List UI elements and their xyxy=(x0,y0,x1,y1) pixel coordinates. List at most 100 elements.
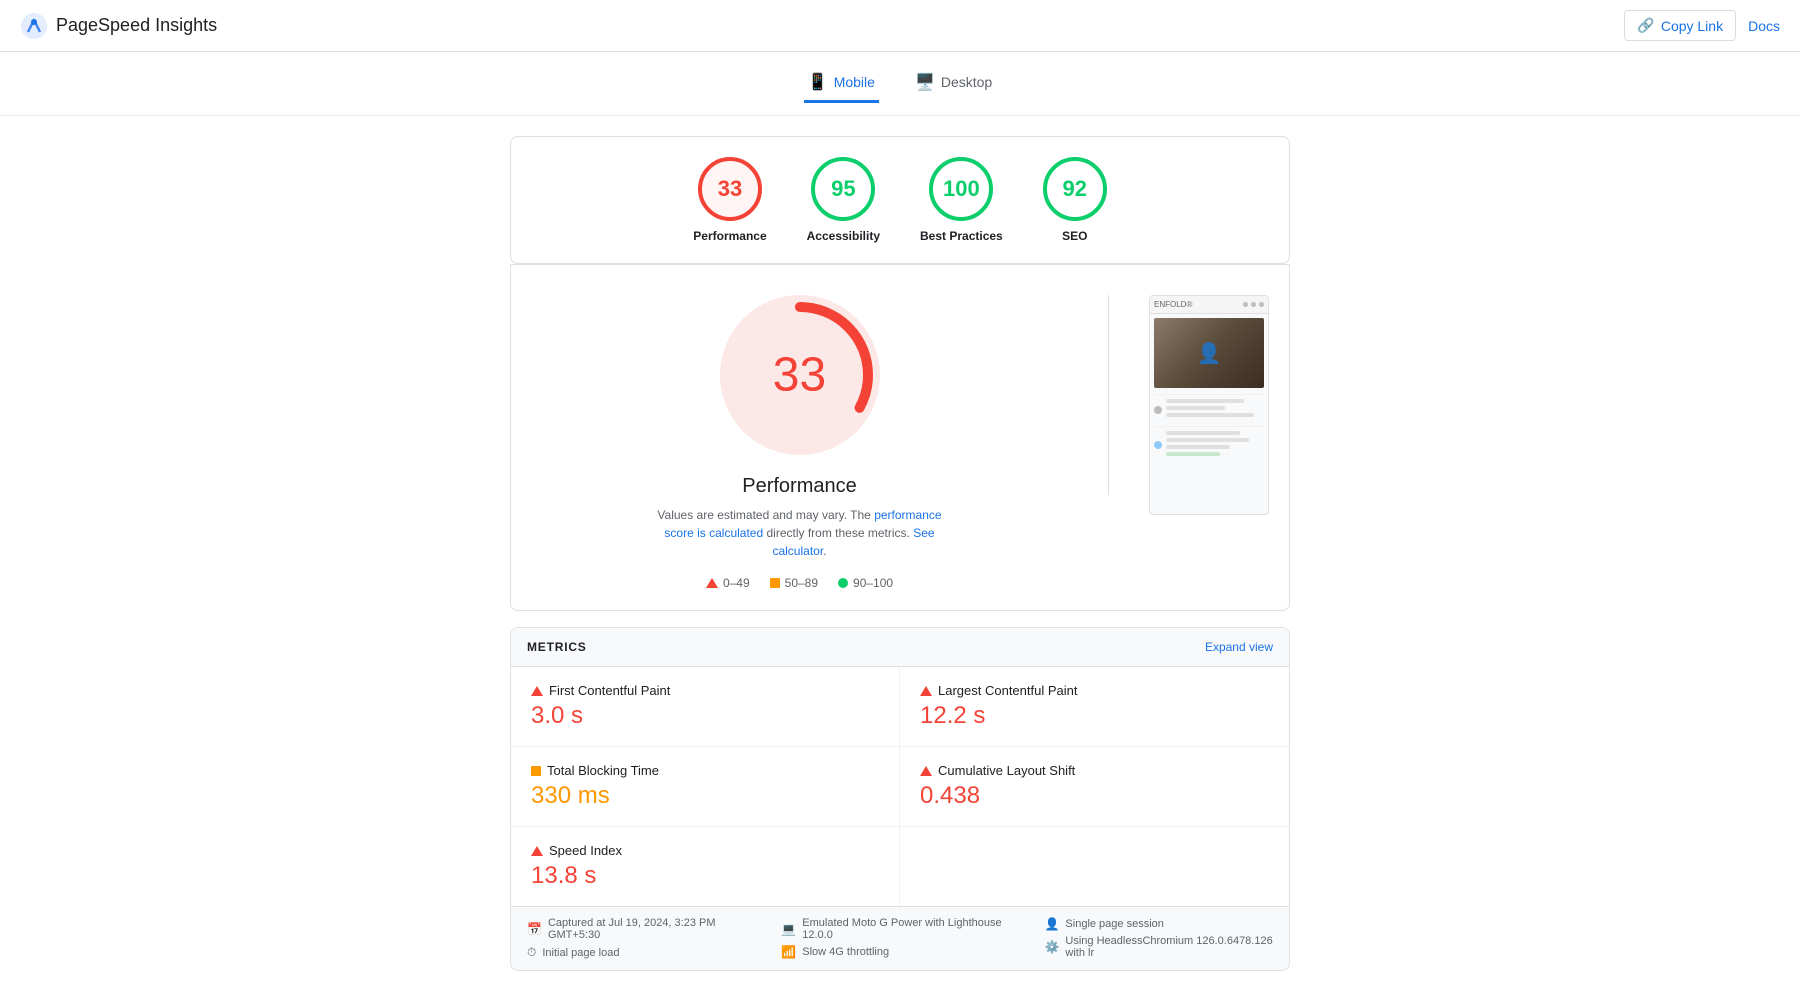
lcp-indicator-icon xyxy=(920,686,932,696)
user-icon: 👤 xyxy=(1044,917,1059,931)
metric-empty xyxy=(900,827,1289,906)
performance-description: Values are estimated and may vary. The p… xyxy=(650,506,950,560)
score-cards: 33 Performance 95 Accessibility 100 Best… xyxy=(510,136,1290,264)
ss-icon-row-1 xyxy=(1154,399,1264,420)
expand-view-link[interactable]: Expand view xyxy=(1205,640,1273,654)
score-card-performance[interactable]: 33 Performance xyxy=(693,157,766,243)
tab-mobile[interactable]: 📱 Mobile xyxy=(804,64,879,103)
perf-desc-middle: directly from these metrics. xyxy=(766,526,909,540)
screenshot-panel: ENFOLD® 👤 xyxy=(1149,295,1269,515)
ss-dot1 xyxy=(1243,302,1248,307)
screenshot-site-name: ENFOLD® xyxy=(1154,300,1240,309)
mobile-tab-label: Mobile xyxy=(834,74,875,90)
legend-average: 50–89 xyxy=(770,576,818,590)
ss-section-2 xyxy=(1154,426,1264,459)
accessibility-label: Accessibility xyxy=(807,229,880,243)
tab-desktop[interactable]: 🖥️ Desktop xyxy=(911,64,996,103)
performance-score: 33 xyxy=(718,176,742,202)
ss-text-6 xyxy=(1166,445,1230,449)
cls-value: 0.438 xyxy=(920,782,1269,810)
tbt-indicator-icon xyxy=(531,766,541,776)
tabs-container: 📱 Mobile 🖥️ Desktop xyxy=(0,52,1800,116)
metric-lcp: Largest Contentful Paint 12.2 s xyxy=(900,667,1289,747)
lcp-header: Largest Contentful Paint xyxy=(920,683,1269,698)
device-icon: 💻 xyxy=(781,922,796,936)
performance-title: Performance xyxy=(742,475,857,498)
screenshot-mock: ENFOLD® 👤 xyxy=(1149,295,1269,515)
docs-link[interactable]: Docs xyxy=(1748,18,1780,34)
link-icon: 🔗 xyxy=(1637,17,1654,34)
legend-pass: 90–100 xyxy=(838,576,893,590)
cls-indicator-icon xyxy=(920,766,932,776)
cls-name: Cumulative Layout Shift xyxy=(938,763,1075,778)
best-practices-circle: 100 xyxy=(929,157,993,221)
performance-main: 33 Performance Values are estimated and … xyxy=(531,295,1269,590)
tbt-value: 330 ms xyxy=(531,782,879,810)
best-practices-label: Best Practices xyxy=(920,229,1003,243)
fcp-indicator-icon xyxy=(531,686,543,696)
ss-bullet-2 xyxy=(1154,441,1162,449)
ss-text-2 xyxy=(1166,406,1225,410)
desktop-tab-icon: 🖥️ xyxy=(915,72,935,92)
metric-si: Speed Index 13.8 s xyxy=(511,827,900,906)
fcp-name: First Contentful Paint xyxy=(549,683,670,698)
tbt-header: Total Blocking Time xyxy=(531,763,879,778)
metric-cls: Cumulative Layout Shift 0.438 xyxy=(900,747,1289,827)
ss-cta xyxy=(1166,452,1220,456)
screenshot-browser-bar: ENFOLD® xyxy=(1150,296,1268,314)
footer-captured-at: 📅 Captured at Jul 19, 2024, 3:23 PM GMT+… xyxy=(527,917,741,941)
metrics-header: METRICS Expand view xyxy=(511,628,1289,667)
mobile-tab-icon: 📱 xyxy=(808,72,828,92)
ss-dot2 xyxy=(1251,302,1256,307)
score-card-seo[interactable]: 92 SEO xyxy=(1043,157,1107,243)
footer-chromium-text: Using HeadlessChromium 126.0.6478.126 wi… xyxy=(1065,935,1273,959)
ss-text-5 xyxy=(1166,438,1249,442)
metrics-section: METRICS Expand view First Contentful Pai… xyxy=(510,627,1290,971)
screenshot-body: 👤 xyxy=(1150,314,1268,466)
accessibility-circle: 95 xyxy=(811,157,875,221)
desktop-tab-label: Desktop xyxy=(941,74,992,90)
ss-text-3 xyxy=(1166,413,1254,417)
tbt-name: Total Blocking Time xyxy=(547,763,659,778)
ss-bullet-1 xyxy=(1154,406,1162,414)
page-header: PageSpeed Insights 🔗 Copy Link Docs xyxy=(0,0,1800,52)
main-content: 33 Performance 95 Accessibility 100 Best… xyxy=(490,116,1310,991)
seo-label: SEO xyxy=(1062,229,1087,243)
signal-icon: 📶 xyxy=(781,945,796,959)
footer-throttling-text: Slow 4G throttling xyxy=(802,946,889,958)
legend-fail: 0–49 xyxy=(706,576,750,590)
footer-info-bar: 📅 Captured at Jul 19, 2024, 3:23 PM GMT+… xyxy=(511,906,1289,970)
seo-score: 92 xyxy=(1062,176,1086,202)
si-value: 13.8 s xyxy=(531,862,879,890)
ss-text-1 xyxy=(1166,399,1244,403)
si-indicator-icon xyxy=(531,846,543,856)
score-card-best-practices[interactable]: 100 Best Practices xyxy=(920,157,1003,243)
pass-circle-icon xyxy=(838,578,848,588)
fcp-header: First Contentful Paint xyxy=(531,683,879,698)
settings-icon: ⚙️ xyxy=(1044,940,1059,954)
footer-page-load: ⏱ Initial page load xyxy=(527,945,741,960)
screenshot-hero-image: 👤 xyxy=(1154,318,1264,388)
calendar-icon: 📅 xyxy=(527,922,542,936)
footer-col-1: 📅 Captured at Jul 19, 2024, 3:23 PM GMT+… xyxy=(527,917,741,960)
performance-circle: 33 xyxy=(698,157,762,221)
ss-text-4 xyxy=(1166,431,1240,435)
footer-captured-text: Captured at Jul 19, 2024, 3:23 PM GMT+5:… xyxy=(548,917,741,941)
footer-device-text: Emulated Moto G Power with Lighthouse 12… xyxy=(802,917,1004,941)
best-practices-score: 100 xyxy=(943,176,980,202)
app-title: PageSpeed Insights xyxy=(56,15,217,36)
average-square-icon xyxy=(770,578,780,588)
si-name: Speed Index xyxy=(549,843,622,858)
big-score-value: 33 xyxy=(773,348,826,403)
timer-icon: ⏱ xyxy=(527,945,536,960)
copy-link-button[interactable]: 🔗 Copy Link xyxy=(1624,10,1736,41)
score-card-accessibility[interactable]: 95 Accessibility xyxy=(807,157,880,243)
header-left: PageSpeed Insights xyxy=(20,12,217,40)
accessibility-score: 95 xyxy=(831,176,855,202)
metrics-section-title: METRICS xyxy=(527,640,587,654)
lcp-value: 12.2 s xyxy=(920,702,1269,730)
footer-throttling: 📶 Slow 4G throttling xyxy=(781,945,1004,959)
si-header: Speed Index xyxy=(531,843,879,858)
performance-left: 33 Performance Values are estimated and … xyxy=(531,295,1068,590)
ss-section-1 xyxy=(1154,394,1264,420)
